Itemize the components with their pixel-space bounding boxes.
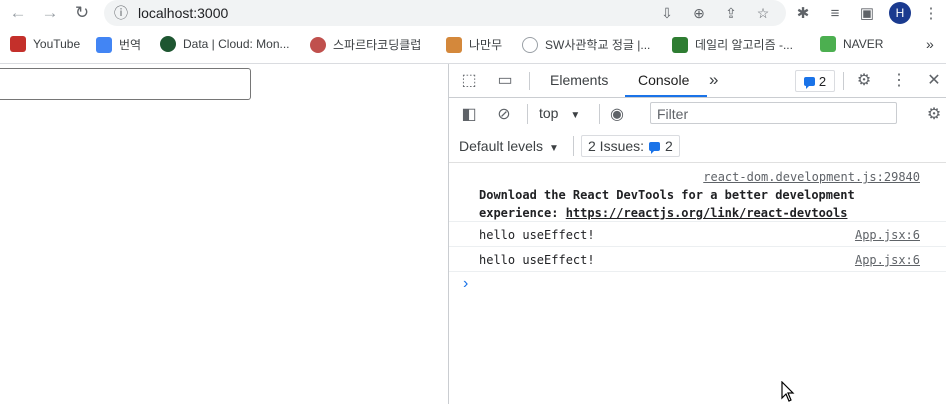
message-prefix: experience:	[479, 206, 566, 220]
toolbar-separator	[529, 72, 530, 90]
message-source-link[interactable]: App.jsx:6	[855, 228, 920, 242]
bookmark-label: SW사관학교 정글 |...	[545, 38, 651, 52]
devtools-link[interactable]: https://reactjs.org/link/react-devtools	[566, 206, 848, 220]
extensions-icon[interactable]: ✱	[792, 3, 814, 23]
mongodb-leaf-icon	[160, 36, 176, 52]
globe-icon	[522, 36, 538, 53]
issues-button[interactable]: 2 Issues: 2	[581, 135, 680, 157]
text-input[interactable]	[0, 68, 251, 100]
profile-avatar[interactable]: H	[889, 2, 911, 24]
devtools-main-toolbar: ⬚ ▭ Elements Console » 2 ⚙ ⋮ ✕	[449, 64, 946, 98]
tab-console[interactable]: Console	[638, 72, 689, 88]
context-selector[interactable]: top ▼	[539, 105, 580, 121]
bookmark-namanmu[interactable]: 나만무	[446, 36, 502, 53]
install-app-icon[interactable]: ⇩	[658, 4, 676, 22]
close-icon[interactable]: ✕	[922, 68, 946, 92]
bookmark-label: 나만무	[469, 38, 503, 52]
log-levels-dropdown[interactable]: Default levels ▼	[459, 138, 559, 154]
zoom-icon[interactable]: ⊕	[690, 4, 708, 22]
bookmark-star-icon[interactable]: ☆	[754, 4, 772, 22]
namanmu-icon	[446, 36, 462, 53]
share-icon[interactable]: ⇪	[722, 4, 740, 22]
toolbar-separator	[573, 136, 574, 156]
bookmark-naver[interactable]: NAVER	[820, 36, 883, 52]
bookmarks-bar: YouTube 번역 Data | Cloud: Mon... 스파르타코딩클럽…	[0, 32, 946, 58]
url-text: localhost:3000	[138, 5, 229, 21]
issues-badge[interactable]: 2	[795, 70, 835, 92]
browser-toolbar: ← → ↻ ⓘ localhost:3000 ⇩ ⊕ ⇪ ☆ ✱ ≡ ▣ H ⋮	[0, 0, 946, 26]
message-text: hello useEffect!	[479, 228, 595, 242]
live-expression-eye-icon[interactable]: ◉	[605, 102, 629, 126]
console-toolbar: ◧ ⊘ top ▼ ◉ Filter ⚙	[449, 98, 946, 130]
reload-icon[interactable]: ↻	[72, 3, 92, 23]
context-label: top	[539, 105, 559, 121]
tab-elements[interactable]: Elements	[550, 72, 608, 88]
menu-kebab-icon[interactable]: ⋮	[920, 3, 942, 23]
message-source-link[interactable]: App.jsx:6	[855, 253, 920, 267]
bookmark-label: Data | Cloud: Mon...	[183, 37, 290, 51]
mouse-cursor-icon	[781, 381, 795, 402]
devtools-panel: ⬚ ▭ Elements Console » 2 ⚙ ⋮ ✕ ◧ ⊘ top ▼…	[448, 64, 946, 404]
site-info-icon[interactable]: ⓘ	[112, 4, 130, 22]
more-bookmarks-button[interactable]: »	[926, 36, 934, 52]
message-source-link[interactable]: react-dom.development.js:29840	[703, 170, 920, 184]
bookmark-label: NAVER	[843, 37, 884, 51]
dropdown-arrow-icon: ▼	[570, 110, 581, 121]
youtube-icon	[10, 36, 26, 52]
bookmark-label: 데일리 알고리즘 -...	[695, 38, 793, 52]
bookmark-label: YouTube	[33, 37, 81, 51]
bookmark-label: 번역	[119, 38, 142, 52]
message-text: Download the React DevTools for a better…	[479, 188, 855, 220]
active-tab-indicator	[625, 95, 707, 97]
console-message: hello useEffect! App.jsx:6	[449, 247, 946, 272]
message-text: hello useEffect!	[479, 253, 595, 267]
issues-badge-count: 2	[818, 73, 827, 89]
naver-icon	[820, 36, 836, 52]
sparta-icon	[310, 36, 326, 53]
settings-gear-icon[interactable]: ⚙	[852, 68, 876, 92]
filter-input[interactable]: Filter	[650, 102, 897, 124]
bookmark-translate[interactable]: 번역	[96, 36, 141, 53]
translate-icon	[96, 36, 112, 53]
more-tabs-button[interactable]: »	[709, 70, 718, 90]
toolbar-separator	[843, 72, 844, 90]
back-arrow-icon[interactable]: ←	[8, 3, 28, 23]
forward-arrow-icon[interactable]: →	[40, 3, 60, 23]
issues-count: 2	[665, 138, 673, 154]
bookmark-youtube[interactable]: YouTube	[10, 36, 80, 52]
bookmark-daily-algorithm[interactable]: 데일리 알고리즘 -...	[672, 36, 793, 53]
console-settings-gear-icon[interactable]: ⚙	[922, 102, 946, 126]
reading-list-icon[interactable]: ≡	[824, 3, 846, 23]
log-levels-label: Default levels	[459, 138, 544, 154]
device-toolbar-icon[interactable]: ▭	[493, 68, 517, 92]
bookmark-sw-jungle[interactable]: SW사관학교 정글 |...	[522, 36, 650, 53]
sidebar-toggle-icon[interactable]: ◧	[457, 102, 481, 126]
clear-console-icon[interactable]: ⊘	[492, 102, 516, 126]
address-bar[interactable]: ⓘ localhost:3000 ⇩ ⊕ ⇪ ☆	[104, 0, 786, 26]
notion-icon	[672, 36, 688, 53]
message-icon	[803, 76, 815, 89]
prompt-chevron-icon: ›	[463, 275, 469, 292]
toolbar-separator	[527, 104, 528, 124]
inspect-element-icon[interactable]: ⬚	[457, 68, 481, 92]
console-prompt-line[interactable]: ›	[449, 273, 946, 297]
console-message: react-dom.development.js:29840 Download …	[449, 163, 946, 222]
bookmark-label: 스파르타코딩클럽	[333, 38, 422, 52]
side-panel-icon[interactable]: ▣	[856, 3, 878, 23]
issues-label: 2 Issues:	[588, 138, 645, 154]
more-options-icon[interactable]: ⋮	[887, 68, 911, 92]
console-message: hello useEffect! App.jsx:6	[449, 222, 946, 247]
console-levels-bar: Default levels ▼ 2 Issues: 2	[449, 130, 946, 163]
dropdown-arrow-icon: ▼	[548, 143, 559, 154]
message-line: experience: https://reactjs.org/link/rea…	[479, 206, 855, 220]
message-icon	[649, 141, 661, 154]
toolbar-separator	[599, 104, 600, 124]
page-viewport	[0, 64, 448, 404]
bookmark-mongodb[interactable]: Data | Cloud: Mon...	[160, 36, 290, 52]
bookmark-sparta[interactable]: 스파르타코딩클럽	[310, 36, 421, 53]
message-line: Download the React DevTools for a better…	[479, 188, 855, 202]
